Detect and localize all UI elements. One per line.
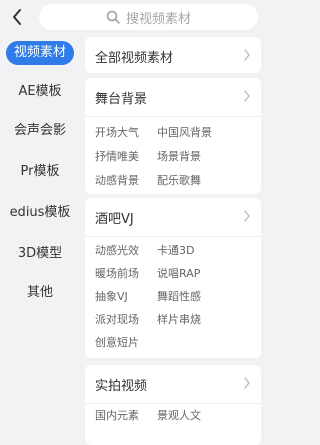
section-header[interactable]: 实拍视频 (85, 365, 261, 403)
section-card-bar-vj: 酒吧VJ 动感光效 卡通3D 暖场前场 说唱RAP 抽象VJ 舞蹈性感 派对现场… (85, 198, 261, 358)
all-videos-card[interactable]: 全部视频素材 (85, 37, 261, 73)
section-card-stage: 舞台背景 开场大气 中国风背景 抒情唯美 场景背景 动感背景 配乐歌舞 (85, 78, 261, 194)
search-input[interactable]: 搜视频素材 (39, 4, 258, 30)
search-placeholder: 搜视频素材 (125, 11, 191, 27)
sidebar-item-other[interactable]: 其他 (6, 281, 74, 305)
tag-link[interactable]: 抽象VJ (95, 288, 128, 304)
tag-link[interactable]: 动感光效 (95, 242, 139, 258)
all-videos-label: 全部视频素材 (95, 51, 174, 66)
tag-link[interactable]: 舞蹈性感 (157, 288, 201, 304)
sidebar-item-huisheng[interactable]: 会声会影 (6, 119, 74, 143)
chevron-right-icon (244, 377, 250, 389)
sidebar-item-ae[interactable]: AE模板 (6, 80, 74, 104)
section-divider (85, 403, 261, 404)
section-header[interactable]: 酒吧VJ (85, 198, 261, 236)
section-card-live-footage: 实拍视频 国内元素 景观人文 (85, 365, 261, 445)
section-divider (85, 116, 261, 117)
sidebar-item-pr[interactable]: Pr模板 (6, 160, 74, 184)
tag-link[interactable]: 动感背景 (95, 172, 139, 188)
section-title: 实拍视频 (95, 379, 148, 394)
tag-link[interactable]: 样片串烧 (157, 311, 201, 327)
tag-link[interactable]: 配乐歌舞 (157, 172, 201, 188)
tag-link[interactable]: 场景背景 (157, 148, 201, 164)
tag-link[interactable]: 抒情唯美 (95, 148, 139, 164)
tag-link[interactable]: 景观人文 (157, 407, 201, 423)
chevron-right-icon (244, 90, 250, 102)
chevron-right-icon (244, 210, 250, 222)
tag-link[interactable]: 中国风背景 (157, 124, 212, 140)
section-title: 酒吧VJ (95, 212, 134, 227)
chevron-left-icon (13, 9, 21, 25)
section-header[interactable]: 舞台背景 (85, 78, 261, 116)
tag-link[interactable]: 创意短片 (95, 334, 139, 350)
tag-link[interactable]: 说唱RAP (157, 265, 200, 281)
tag-link[interactable]: 国内元素 (95, 407, 139, 423)
section-divider (85, 236, 261, 237)
sidebar-item-3d[interactable]: 3D模型 (6, 242, 74, 266)
search-icon (106, 10, 120, 24)
top-bar: 搜视频素材 (0, 0, 270, 36)
tag-link[interactable]: 开场大气 (95, 124, 139, 140)
sidebar-item-edius[interactable]: edius模板 (6, 201, 74, 225)
tag-link[interactable]: 暖场前场 (95, 265, 139, 281)
tag-link[interactable]: 派对现场 (95, 311, 139, 327)
back-button[interactable] (8, 6, 28, 28)
tag-link[interactable]: 卡通3D (157, 242, 194, 258)
sidebar-item-video[interactable]: 视频素材 (6, 41, 74, 65)
section-title: 舞台背景 (95, 92, 148, 107)
chevron-right-icon (244, 49, 250, 61)
